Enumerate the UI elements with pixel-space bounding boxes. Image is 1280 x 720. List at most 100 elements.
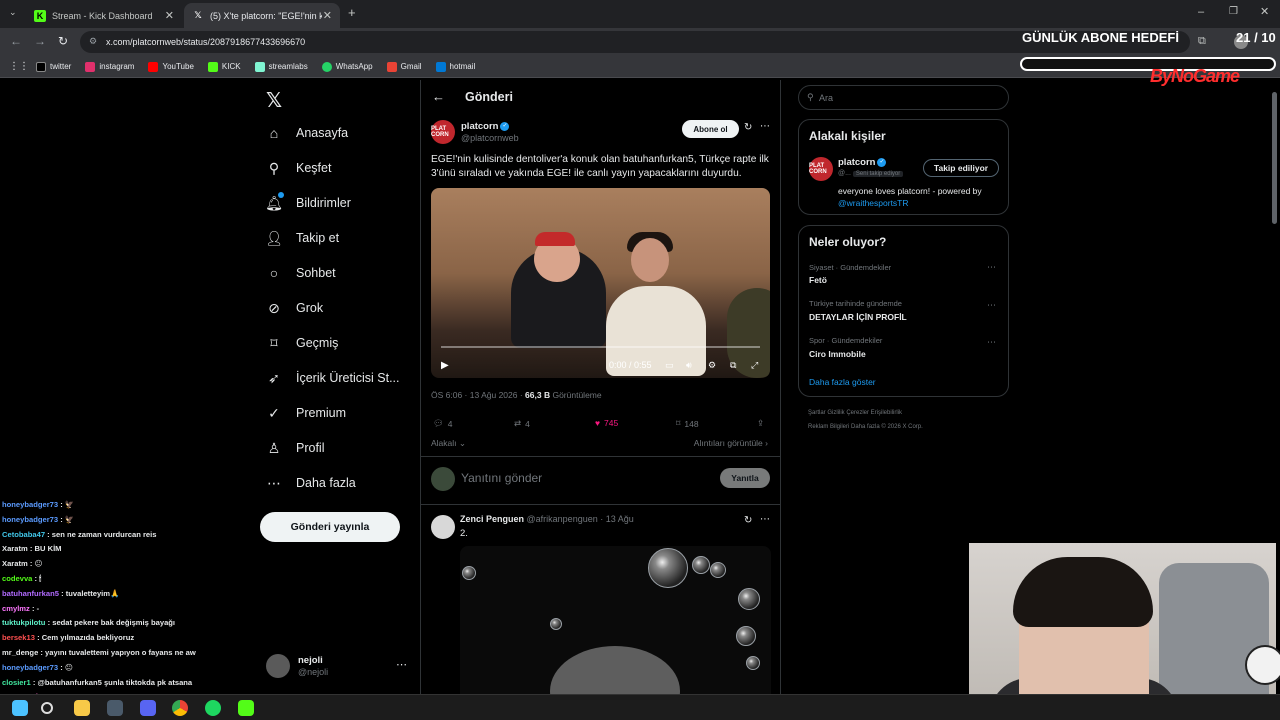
- chat-username[interactable]: cmylmz: [2, 604, 30, 613]
- x-logo-icon[interactable]: 𝕏: [266, 88, 282, 113]
- chat-username[interactable]: honeybadger73: [2, 500, 58, 509]
- grok-icon[interactable]: ↻: [744, 122, 752, 133]
- bookmark-instagram[interactable]: instagram: [85, 61, 134, 72]
- captions-icon[interactable]: ▭: [665, 360, 674, 371]
- nav-notifications[interactable]: 🔔︎ Bildirimler: [265, 192, 351, 211]
- fullscreen-icon[interactable]: ⤢: [751, 360, 758, 371]
- nav-grok[interactable]: ⊘ Grok: [266, 300, 323, 316]
- author-handle[interactable]: @platcornweb: [461, 133, 519, 143]
- more-icon[interactable]: ⋯: [396, 658, 407, 671]
- more-icon[interactable]: ⋯: [987, 337, 996, 348]
- nav-premium[interactable]: ✓ Premium: [266, 405, 346, 421]
- maximize-icon[interactable]: ❐: [1229, 6, 1238, 17]
- nav-follow[interactable]: 👤︎ Takip et: [265, 230, 339, 246]
- nav-profile[interactable]: ♙ Profil: [266, 440, 325, 456]
- kick-icon[interactable]: [238, 700, 254, 716]
- view-quotes-link[interactable]: Alıntıları görüntüle ›: [694, 438, 768, 448]
- scrollbar[interactable]: [1272, 92, 1277, 224]
- account-switcher[interactable]: nejoli @nejoli ⋯: [266, 654, 411, 682]
- chat-username[interactable]: Xaratm: [2, 559, 28, 568]
- more-icon[interactable]: ⋯: [760, 121, 770, 132]
- bookmark-hotmail[interactable]: hotmail: [435, 61, 475, 72]
- chat-username[interactable]: mr_denge: [2, 648, 38, 657]
- chat-username[interactable]: batuhanfurkan5: [2, 589, 59, 598]
- nav-history[interactable]: ⌑ Geçmiş: [266, 335, 338, 351]
- new-tab-icon[interactable]: +: [348, 5, 356, 20]
- more-icon[interactable]: ⋯: [760, 514, 770, 525]
- reply-input[interactable]: Yanıtını gönder: [461, 471, 542, 485]
- settings-icon[interactable]: ⚙: [708, 360, 716, 371]
- video-progress[interactable]: [441, 346, 760, 348]
- like-button[interactable]: ♥ 745: [595, 418, 618, 428]
- tab-x-post[interactable]: 𝕏 (5) X'te platcorn: "EGE!'nin kulis ✕: [184, 3, 340, 28]
- avatar[interactable]: PLAT CORN: [809, 157, 833, 181]
- chrome-icon[interactable]: [172, 700, 188, 716]
- search-input[interactable]: ⚲ Ara: [798, 85, 1009, 110]
- chat-username[interactable]: closier1: [2, 678, 31, 687]
- nav-creator-studio[interactable]: ➶ İçerik Üreticisi St...: [266, 370, 399, 386]
- share-button[interactable]: ⇪: [757, 418, 764, 429]
- bookmark-whatsapp[interactable]: WhatsApp: [321, 61, 373, 72]
- volume-icon[interactable]: 🔊︎: [686, 360, 692, 371]
- bookmark-youtube[interactable]: YouTube: [148, 61, 194, 72]
- apps-icon[interactable]: ⋮⋮: [9, 61, 29, 72]
- more-icon[interactable]: ⋯: [987, 262, 996, 273]
- close-window-icon[interactable]: ✕: [1260, 5, 1269, 18]
- chat-username[interactable]: Cetobaba47: [2, 530, 45, 539]
- bio-link[interactable]: @wraithesportsTR: [838, 198, 909, 208]
- chat-username[interactable]: honeybadger73: [2, 515, 58, 524]
- avatar[interactable]: [431, 515, 455, 539]
- chat-username[interactable]: bersek13: [2, 633, 35, 642]
- nav-home[interactable]: ⌂ Anasayfa: [266, 125, 348, 141]
- author-name[interactable]: platcorn ✓: [461, 121, 510, 132]
- search-icon[interactable]: [41, 702, 53, 714]
- post-button[interactable]: Gönderi yayınla: [260, 512, 400, 542]
- close-icon[interactable]: ✕: [165, 9, 174, 22]
- reload-icon[interactable]: ↻: [58, 34, 68, 48]
- more-icon[interactable]: ⋯: [987, 300, 996, 311]
- file-explorer-icon[interactable]: [74, 700, 90, 716]
- chat-username[interactable]: codevva: [2, 574, 32, 583]
- chat-username[interactable]: honeybadger73: [2, 663, 58, 672]
- spotify-icon[interactable]: [205, 700, 221, 716]
- avatar[interactable]: PLAT CORN: [431, 120, 455, 144]
- related-dropdown[interactable]: Alakalı ⌄: [431, 438, 466, 449]
- nav-more[interactable]: ⋯ Daha fazla: [266, 475, 356, 491]
- app-icon[interactable]: [107, 700, 123, 716]
- tab-search-icon[interactable]: ⌄: [9, 7, 17, 18]
- footer-links[interactable]: Şartlar Gizlilik Çerezler Erişilebilirli…: [808, 410, 1008, 416]
- chat-username[interactable]: Xaratm: [2, 544, 28, 553]
- bookmark-gmail[interactable]: Gmail: [386, 61, 422, 72]
- show-more-link[interactable]: Daha fazla göster: [809, 377, 876, 387]
- site-info-icon[interactable]: ⚙: [89, 36, 97, 47]
- grok-icon[interactable]: ↻: [744, 515, 752, 526]
- reply-button[interactable]: 💬︎ 4: [433, 418, 453, 429]
- video-player[interactable]: ▶ 0:00 / 0:55 ▭ 🔊︎ ⚙ ⧉ ⤢: [431, 188, 770, 378]
- tab-kick-dashboard[interactable]: K Stream - Kick Dashboard ✕: [26, 3, 182, 28]
- nav-chat[interactable]: ○ Sohbet: [266, 265, 336, 281]
- back-icon[interactable]: ←: [10, 34, 22, 48]
- person-name[interactable]: platcorn ✓: [838, 157, 887, 168]
- subscribe-button[interactable]: Abone ol: [682, 120, 739, 138]
- close-icon[interactable]: ✕: [323, 9, 332, 22]
- following-button[interactable]: Takip ediliyor: [923, 159, 999, 177]
- reply-author[interactable]: Zenci Penguen @afrikanpenguen · 13 Ağu: [460, 514, 634, 524]
- bookmark-streamlabs[interactable]: streamlabs: [254, 61, 308, 72]
- reply-submit-button[interactable]: Yanıtla: [720, 468, 770, 488]
- windows-start-icon[interactable]: [12, 700, 28, 716]
- minimize-icon[interactable]: –: [1198, 6, 1204, 18]
- extensions-icon[interactable]: ⧉: [1198, 35, 1206, 48]
- picture-in-picture-icon[interactable]: ⧉: [730, 360, 736, 371]
- footer-links[interactable]: Reklam Bilgileri Daha fazla © 2026 X Cor…: [808, 424, 1008, 430]
- nav-explore[interactable]: ⚲ Keşfet: [266, 160, 332, 176]
- back-arrow-icon[interactable]: ←: [432, 89, 445, 104]
- bookmark-button[interactable]: ⌑ 148: [676, 418, 699, 429]
- discord-icon[interactable]: [140, 700, 156, 716]
- reply-media[interactable]: [460, 546, 771, 694]
- bookmark-twitter[interactable]: twitter: [36, 61, 71, 72]
- play-icon[interactable]: ▶: [441, 360, 449, 371]
- bookmark-kick[interactable]: KICK: [207, 61, 241, 72]
- forward-icon[interactable]: →: [34, 34, 46, 48]
- repost-button[interactable]: ⇄ 4: [514, 418, 530, 429]
- chat-username[interactable]: tuktukpilotu: [2, 618, 45, 627]
